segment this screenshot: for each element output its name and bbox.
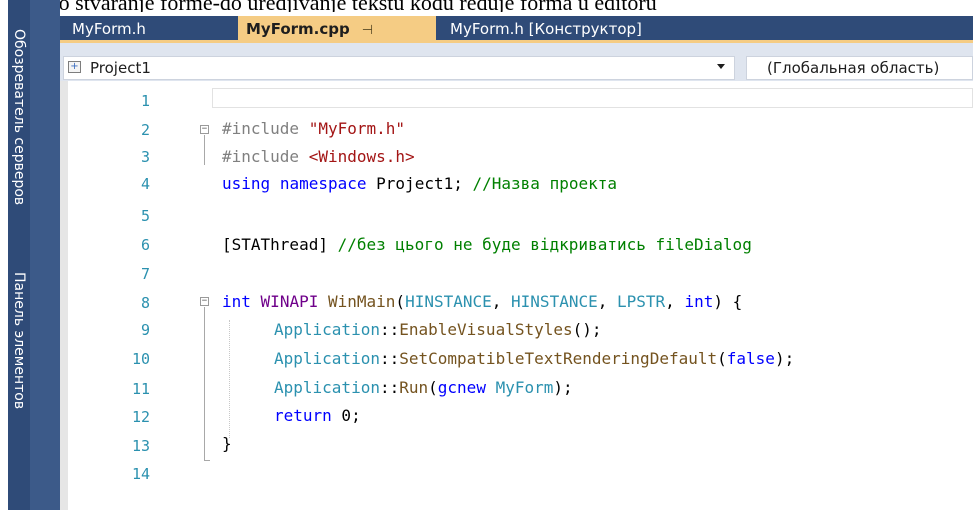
token: ); (553, 378, 573, 397)
token: Application (274, 320, 380, 339)
token: HINSTANCE (511, 292, 598, 311)
tool-window-sidebar: Обозреватель серверов Панель элементов (8, 0, 30, 510)
token: :: (379, 320, 400, 339)
token: ( (717, 349, 727, 368)
toolbox-label: Панель элементов (11, 272, 27, 410)
token: //Назва проекта (472, 174, 618, 193)
token: EnableVisualStyles (399, 320, 573, 339)
code-line: #include "MyForm.h" (222, 119, 405, 138)
token: Application (274, 349, 380, 368)
token: ( (428, 378, 438, 397)
token: WinMain (327, 292, 396, 311)
code-line: int WINAPI WinMain(HINSTANCE, HINSTANCE,… (222, 292, 742, 311)
project-combo[interactable]: + Project1 (63, 56, 735, 80)
collapse-icon[interactable]: − (200, 125, 209, 134)
tab-label: MyForm.h [Конструктор] (450, 20, 642, 38)
token: <Windows.h> (308, 147, 415, 166)
code-line: #include <Windows.h> (222, 147, 415, 166)
line-number: 8 (140, 294, 150, 312)
scope-combo-value: (Глобальная область) (767, 59, 940, 77)
line-number: 4 (140, 175, 150, 193)
token: Project1; (376, 174, 463, 193)
token: false (726, 349, 775, 368)
token: ); (774, 349, 795, 368)
code-line: Application::Run(gcnew MyForm); (274, 378, 573, 397)
line-number: 10 (131, 350, 150, 368)
token: MyForm (495, 378, 554, 397)
line-number: 11 (131, 380, 150, 398)
server-explorer-tab[interactable]: Обозреватель серверов (8, 6, 30, 228)
editor-margin (60, 81, 68, 510)
current-line-highlight (212, 88, 973, 108)
token: return (274, 406, 332, 425)
document-tab-bar: MyForm.h MyForm.cpp ⊣ MyForm.h [Конструкт… (60, 16, 973, 43)
token: Run (399, 378, 429, 397)
code-line: } (222, 434, 232, 453)
token: gcnew (437, 378, 486, 397)
clipped-top-text: pavleno stvaranje forme-do uredjivanje t… (0, 0, 973, 12)
left-frame (0, 0, 8, 510)
line-number: 3 (140, 148, 150, 166)
token: ( (395, 292, 406, 311)
token: #include (222, 147, 300, 166)
code-line: using namespace Project1; //Назва проект… (222, 174, 617, 193)
fold-guide (204, 307, 205, 460)
toolbox-tab[interactable]: Панель элементов (8, 248, 30, 434)
token: "MyForm.h" (308, 119, 406, 138)
token: HINSTANCE (405, 292, 492, 311)
code-line: [STAThread] //без цього не буде відкрива… (222, 235, 752, 254)
token: , (491, 292, 512, 311)
line-number: 9 (140, 321, 150, 339)
scope-combo[interactable]: (Глобальная область) (746, 56, 973, 80)
token: (); (572, 320, 602, 339)
token: namespace (279, 174, 367, 193)
line-number: 2 (140, 121, 150, 139)
token: 0; (331, 406, 361, 425)
token: int (222, 292, 251, 311)
line-number: 7 (140, 265, 150, 283)
sidebar-gap (30, 0, 60, 510)
pin-icon[interactable]: ⊣ (362, 23, 373, 38)
chevron-down-icon[interactable] (717, 64, 725, 69)
tab-label: MyForm.cpp (246, 20, 350, 38)
token: Application (274, 378, 380, 397)
line-number: 5 (140, 207, 150, 225)
token: :: (379, 378, 400, 397)
token: ) { (713, 292, 743, 311)
token: using (222, 174, 271, 193)
token: #include (222, 119, 300, 138)
fold-guide-end (204, 460, 210, 461)
token: WINAPI (260, 292, 319, 311)
token: :: (379, 349, 400, 368)
token: , (665, 292, 685, 311)
collapse-icon[interactable]: − (200, 297, 209, 306)
project-combo-value: Project1 (90, 59, 151, 77)
tab-label: MyForm.h (72, 20, 146, 38)
line-number: 12 (131, 408, 150, 426)
line-number: 13 (131, 437, 150, 455)
tab-myform-designer[interactable]: MyForm.h [Конструктор] (442, 16, 650, 43)
code-line: Application::EnableVisualStyles(); (274, 320, 602, 339)
server-explorer-label: Обозреватель серверов (11, 28, 27, 206)
token: } (222, 434, 232, 453)
token: [STAThread] (222, 235, 328, 254)
code-line: return 0; (274, 406, 361, 425)
line-number: 6 (140, 236, 150, 254)
token: LPSTR (617, 292, 666, 311)
line-number: 14 (131, 465, 150, 483)
fold-guide (204, 135, 205, 165)
tab-myform-h[interactable]: MyForm.h (64, 16, 154, 43)
token: int (684, 292, 714, 311)
line-number: 1 (140, 92, 150, 110)
indent-guide (229, 320, 230, 438)
token: SetCompatibleTextRenderingDefault (399, 349, 718, 368)
token: //без цього не буде відкриватись fileDia… (337, 235, 752, 254)
tab-myform-cpp[interactable]: MyForm.cpp ⊣ (238, 16, 436, 43)
token: , (597, 292, 617, 311)
project-icon: + (68, 61, 81, 73)
code-line: Application::SetCompatibleTextRenderingD… (274, 349, 794, 368)
